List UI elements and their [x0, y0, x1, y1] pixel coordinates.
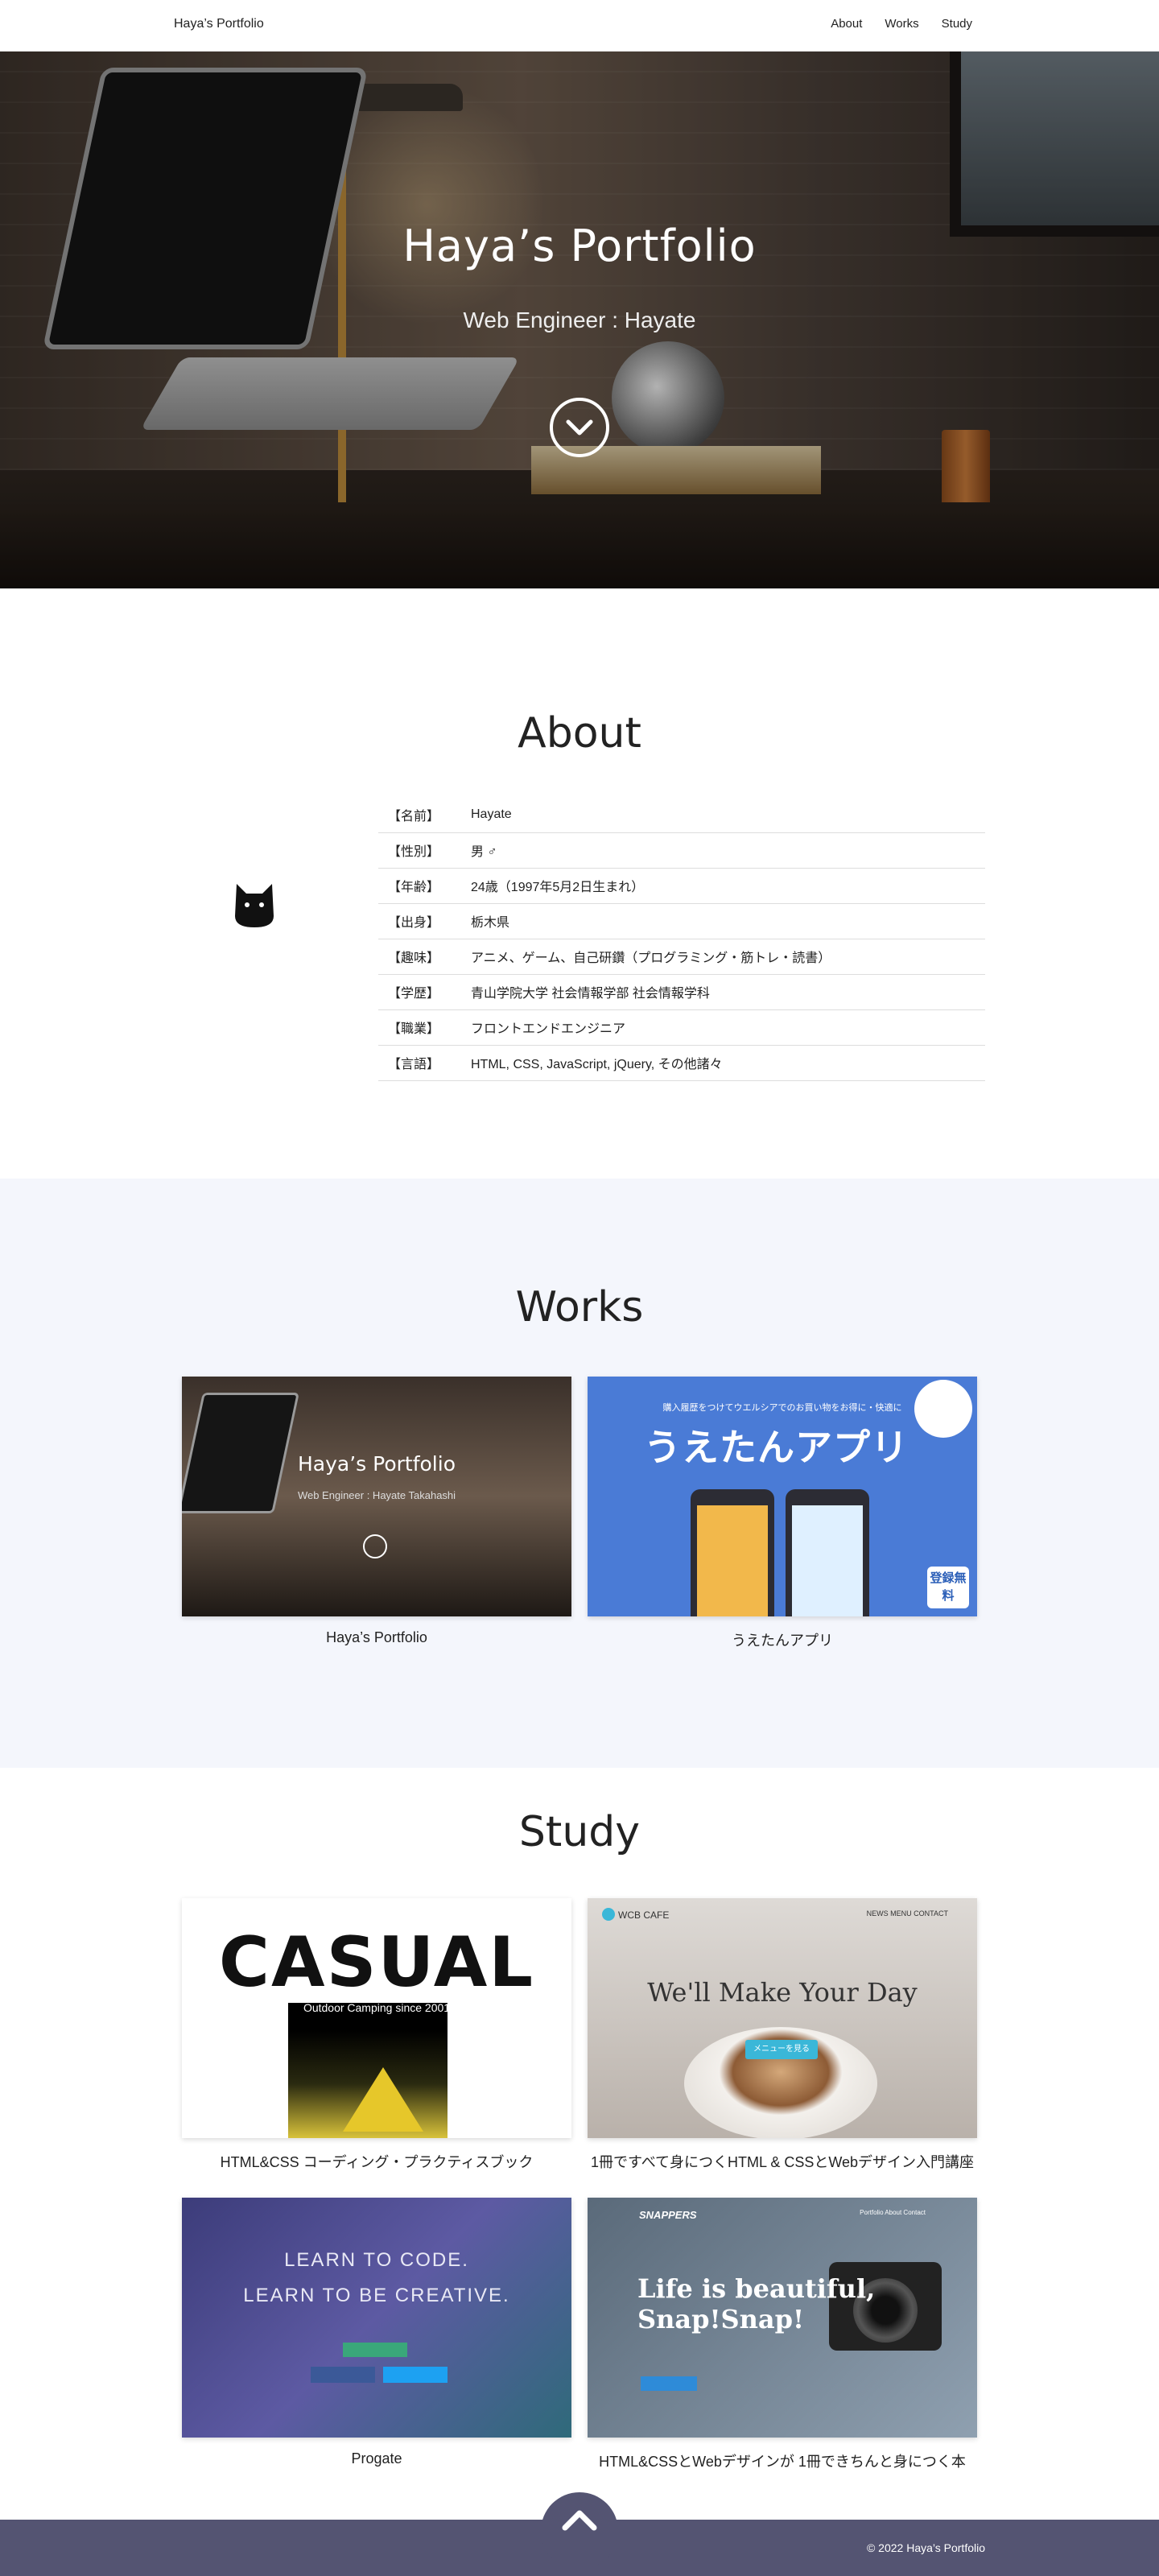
thumb-nav: Portfolio About Contact	[860, 2209, 926, 2216]
work-thumb-uetan[interactable]: 購入履歴をつけてウエルシアでのお買い物をお得に・快適に うえたんアプリ 登録無料	[588, 1377, 977, 1616]
table-row: 【性別】男 ♂	[378, 832, 985, 869]
thumb-nav: NEWS MENU CONTACT	[866, 1909, 948, 1918]
chevron-down-icon	[566, 419, 593, 436]
scroll-down-button[interactable]	[550, 398, 609, 457]
profile-key: 【言語】	[378, 1045, 471, 1081]
thumb-signup-button	[343, 2343, 407, 2357]
study-thumb-snappers[interactable]: SNAPPERS Portfolio About Contact Life is…	[588, 2198, 977, 2438]
thumb-chevron-icon	[363, 1534, 387, 1558]
phone-screen	[792, 1505, 863, 1616]
nav-works[interactable]: Works	[885, 17, 918, 31]
work-thumb-portfolio[interactable]: Haya’s Portfolio Web Engineer : Hayate T…	[182, 1377, 571, 1616]
study-caption: 1冊ですべて身につくHTML & CSSとWebデザイン入門講座	[590, 2154, 975, 2170]
study-title: Study	[518, 1808, 641, 1856]
thumb-brand: SNAPPERS	[639, 2209, 697, 2221]
thumb-line-1: LEARN TO CODE.	[284, 2249, 469, 2271]
cafe-logo-icon	[602, 1908, 615, 1921]
study-caption: HTML&CSSとWebデザインが 1冊できちんと身につく本	[599, 2454, 966, 2470]
study-card-snappers[interactable]: SNAPPERS Portfolio About Contact Life is…	[588, 2198, 977, 2471]
profile-key: 【名前】	[378, 797, 471, 833]
back-to-top-button[interactable]	[541, 2492, 618, 2570]
profile-value: 24歳（1997年5月2日生まれ）	[471, 868, 985, 904]
work-caption: Haya’s Portfolio	[326, 1629, 427, 1645]
thumb-title: うえたんアプリ	[644, 1426, 909, 1468]
study-section: Study CASUAL Outdoor Camping since 2001 …	[0, 1768, 1159, 2520]
work-caption: うえたんアプリ	[732, 1633, 833, 1649]
thumb-title: Life is beautiful, Snap!Snap!	[637, 2273, 876, 2334]
works-title: Works	[515, 1283, 644, 1331]
hero: Haya’s Portfolio Web Engineer : Hayate	[0, 52, 1159, 588]
study-card-progate[interactable]: LEARN TO CODE. LEARN TO BE CREATIVE. Pro…	[182, 2198, 571, 2467]
profile-key: 【職業】	[378, 1009, 471, 1046]
thumb-button	[641, 2376, 697, 2391]
thumb-line-2: LEARN TO BE CREATIVE.	[243, 2285, 510, 2306]
profile-value: アニメ、ゲーム、自己研鑽（プログラミング・筋トレ・読書）	[471, 939, 985, 975]
thumb-button: メニューを見る	[745, 2040, 818, 2059]
table-row: 【趣味】 アニメ、ゲーム、自己研鑽（プログラミング・筋トレ・読書）	[378, 939, 985, 975]
hero-subtitle: Web Engineer : Hayate	[463, 308, 696, 332]
profile-value: Hayate	[471, 797, 985, 833]
table-row: 【言語】 HTML, CSS, JavaScript, jQuery, その他諸々	[378, 1045, 985, 1081]
site-header: Haya’s Portfolio About Works Study	[0, 0, 1159, 52]
nav-study[interactable]: Study	[942, 17, 972, 31]
study-caption: HTML&CSS コーディング・プラクティスブック	[220, 2154, 534, 2170]
profile-key: 【出身】	[378, 903, 471, 939]
table-row: 【出身】 栃木県	[378, 903, 985, 939]
copyright: © 2022 Haya’s Portfolio	[866, 2541, 985, 2554]
thumb-badge: 登録無料	[927, 1567, 969, 1608]
brand-link[interactable]: Haya’s Portfolio	[174, 17, 264, 31]
mascot-bear-icon	[914, 1380, 972, 1438]
thumb-tagline: Outdoor Camping since 2001	[303, 2001, 451, 2014]
thumb-title: Haya’s Portfolio	[298, 1452, 456, 1476]
profile-key: 【年齢】	[378, 868, 471, 904]
profile-key: 【趣味】	[378, 939, 471, 975]
profile-value: 男 ♂	[471, 832, 985, 869]
cat-icon	[235, 884, 274, 927]
chevron-up-icon	[562, 2510, 597, 2531]
profile-value: HTML, CSS, JavaScript, jQuery, その他諸々	[471, 1045, 985, 1081]
work-card-uetan[interactable]: 購入履歴をつけてウエルシアでのお買い物をお得に・快適に うえたんアプリ 登録無料…	[588, 1377, 977, 1650]
profile-key: 【学歴】	[378, 974, 471, 1010]
study-thumb-progate[interactable]: LEARN TO CODE. LEARN TO BE CREATIVE.	[182, 2198, 571, 2438]
about-section: About 【名前】 Hayate 【性別】男 ♂ 【年齢】 24歳（1997年5月…	[0, 588, 1159, 1179]
profile-key: 【性別】	[378, 832, 471, 869]
study-thumb-cafe[interactable]: WCB CAFE NEWS MENU CONTACT We'll Make Yo…	[588, 1898, 977, 2138]
tent-shape	[343, 2067, 423, 2132]
thumb-subtitle: Web Engineer : Hayate Takahashi	[297, 1489, 456, 1501]
thumb-facebook-button	[311, 2367, 375, 2383]
profile-value: フロントエンドエンジニア	[471, 1009, 985, 1046]
nav-about[interactable]: About	[831, 17, 862, 31]
profile-value: 青山学院大学 社会情報学部 社会情報学科	[471, 974, 985, 1010]
about-title: About	[518, 709, 641, 758]
phone-screen	[697, 1505, 768, 1616]
works-section: Works Haya’s Portfolio Web Engineer : Ha…	[0, 1179, 1159, 1768]
study-thumb-casual[interactable]: CASUAL Outdoor Camping since 2001	[182, 1898, 571, 2138]
thumb-twitter-button	[383, 2367, 448, 2383]
thumb-logo: WCB CAFE	[618, 1909, 670, 1921]
study-card-casual[interactable]: CASUAL Outdoor Camping since 2001 HTML&C…	[182, 1898, 571, 2172]
study-card-cafe[interactable]: WCB CAFE NEWS MENU CONTACT We'll Make Yo…	[588, 1898, 977, 2172]
thumb-title: We'll Make Your Day	[647, 1977, 918, 2008]
main-nav: About Works Study	[831, 17, 972, 31]
hero-title: Haya’s Portfolio	[402, 221, 757, 271]
table-row: 【学歴】 青山学院大学 社会情報学部 社会情報学科	[378, 974, 985, 1010]
table-row: 【職業】 フロントエンドエンジニア	[378, 1009, 985, 1046]
profile-value: 栃木県	[471, 903, 985, 939]
table-row: 【年齢】 24歳（1997年5月2日生まれ）	[378, 868, 985, 904]
profile-table: 【名前】 Hayate 【性別】男 ♂ 【年齢】 24歳（1997年5月2日生まれ）…	[378, 797, 985, 1081]
table-row: 【名前】 Hayate	[378, 797, 985, 833]
work-card-portfolio[interactable]: Haya’s Portfolio Web Engineer : Hayate T…	[182, 1377, 571, 1646]
thumb-title: CASUAL	[218, 1922, 535, 2003]
study-caption: Progate	[351, 2450, 402, 2467]
